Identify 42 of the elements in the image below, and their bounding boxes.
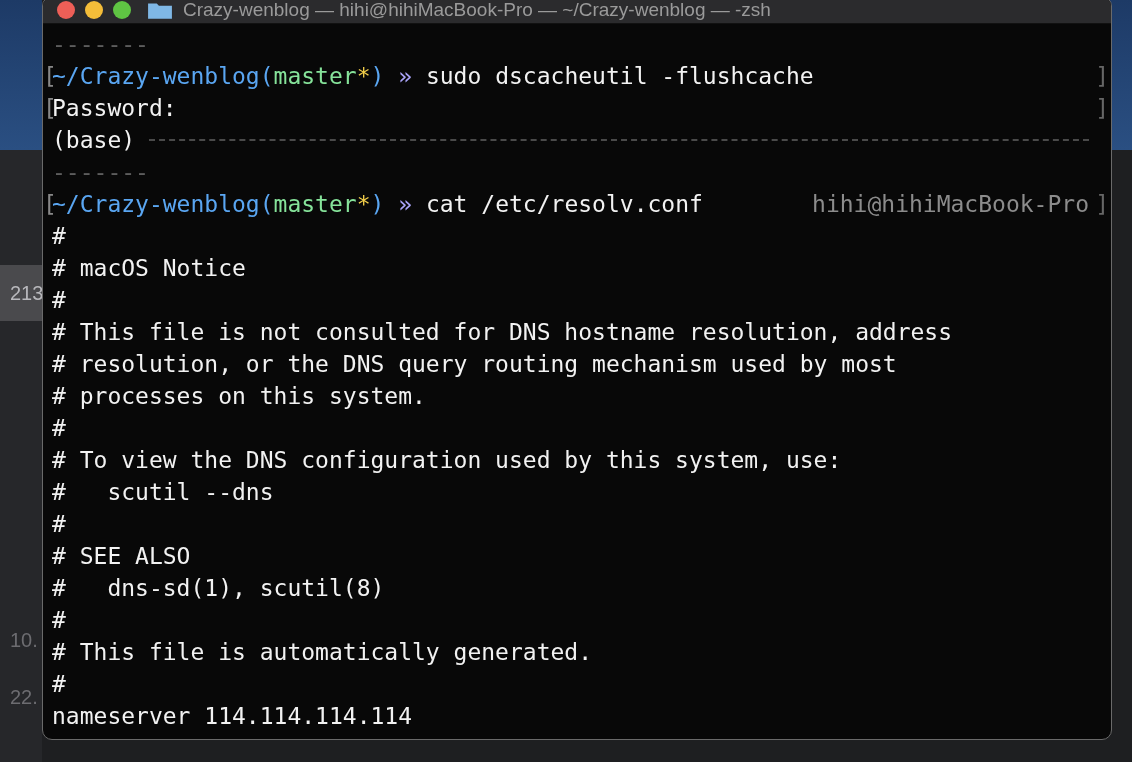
output-line: nameserver 114.114.114.114	[52, 702, 413, 731]
host-text: hihi@hihiMacBook-Pro	[812, 190, 1089, 219]
output-line: #	[52, 670, 66, 699]
prompt-text: *	[356, 62, 371, 91]
prompt-text: *	[356, 190, 371, 219]
prompt-text: )	[370, 190, 385, 219]
output-line: # macOS Notice	[52, 254, 246, 283]
prompt-text: sudo dscacheutil -flushcache	[425, 62, 814, 91]
bracket: ]	[1095, 94, 1109, 123]
output-line: # resolution, or the DNS query routing mechanism used by most	[52, 350, 897, 379]
prompt-text: »	[397, 62, 414, 91]
prompt-text: master	[273, 190, 357, 219]
prompt-text: master	[273, 62, 357, 91]
output-line: #	[52, 286, 66, 315]
rule-text: -------	[52, 30, 149, 59]
output-line: # dns-sd(1), scutil(8)	[52, 574, 385, 603]
output-line: # SEE ALSO	[52, 542, 191, 571]
output-line: #	[52, 414, 66, 443]
output-line: # To view the DNS configuration used by this system, use:	[52, 446, 842, 475]
bracket: ]	[1095, 62, 1109, 91]
output-line: #	[52, 222, 66, 251]
output-line: #	[52, 510, 66, 539]
minimize-button[interactable]	[85, 1, 103, 19]
env-text: (base)	[52, 126, 136, 155]
zoom-button[interactable]	[113, 1, 131, 19]
output-line: #	[52, 606, 66, 635]
sidebar-item[interactable]: 22.	[0, 669, 42, 725]
prompt-text: ~/Crazy-wenblog(	[52, 62, 274, 91]
prompt-text: »	[397, 190, 414, 219]
bracket: ]	[1095, 190, 1109, 219]
output-line: # This file is automatically generated.	[52, 638, 593, 667]
prompt-text: ~/Crazy-wenblog(	[52, 190, 274, 219]
close-button[interactable]	[57, 1, 75, 19]
window-title: Crazy-wenblog — hihi@hihiMacBook-Pro — ~/Crazy-wenblog — -zsh	[183, 0, 771, 21]
output-line: # processes on this system.	[52, 382, 426, 411]
rule-text: -------	[52, 158, 149, 187]
output-line: # This file is not consulted for DNS hostname resolution, address	[52, 318, 953, 347]
prompt-text: )	[370, 62, 385, 91]
sidebar-item[interactable]: 10.	[0, 612, 42, 668]
output-line: # scutil --dns	[52, 478, 274, 507]
prompt-text: cat /etc/resolv.conf	[425, 190, 703, 219]
sidebar-item[interactable]: 213	[0, 265, 42, 321]
